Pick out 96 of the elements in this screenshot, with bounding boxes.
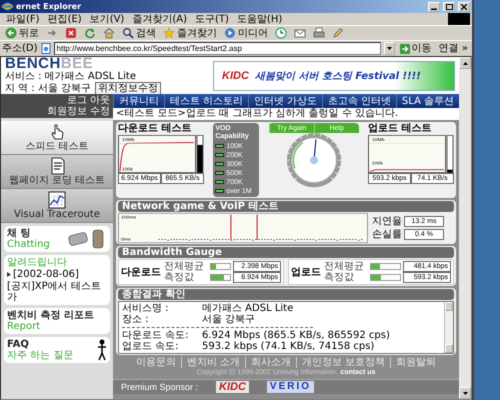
gauge-label: 전체평균 (324, 261, 365, 272)
report-title: 벤치비 측정 리포트 (7, 310, 94, 321)
account-link[interactable]: 회원정보 수정 (46, 106, 110, 117)
dropdown-button[interactable] (384, 42, 395, 55)
notice-text: <테스트 모드>업로드 때 그래프가 심하게 출렁일 수 있습니다. (115, 108, 400, 120)
notice-title: 알려드립니다 (7, 257, 68, 268)
notice-link[interactable]: [공지]XP에서 테스트가 (7, 281, 107, 303)
delay-label: 지연율 (372, 216, 402, 227)
line-chart-icon (48, 191, 66, 209)
result-label: 장소 : (122, 314, 150, 325)
caret-icon (386, 47, 392, 50)
go-button[interactable]: 이동 (398, 43, 434, 54)
faq-subtitle: 자주 하는 질문 (7, 350, 74, 361)
media-icon (224, 27, 236, 39)
page-icon (40, 43, 51, 54)
result-value: 593.2 kbps (74.1 KB/s, 74158 cps) (202, 341, 374, 352)
star-icon (163, 27, 175, 39)
nav-link[interactable]: 인터넷 가상도 (248, 94, 322, 108)
faq-card[interactable]: FAQ 자주 하는 질문 (4, 337, 110, 363)
refresh-icon (84, 27, 96, 39)
sidebar-item[interactable]: Visual Traceroute (1, 189, 113, 223)
menu-item[interactable]: 파일(F) (2, 14, 44, 24)
sponsor-label: Premium Sponsor : (121, 382, 198, 392)
gauge-label: 전체평균 (164, 261, 205, 272)
go-arrow-icon (400, 44, 410, 54)
banner-text: 새봄맞이 서버 호스팅 Festival !!!! (254, 70, 421, 82)
links-button[interactable]: 연결 » (436, 43, 470, 54)
sponsor-logo[interactable]: KIDC (216, 381, 249, 393)
maximize-icon (446, 4, 452, 10)
close-button[interactable] (458, 2, 470, 12)
result-label: 서비스명 : (122, 303, 170, 314)
bullet-icon (7, 272, 11, 277)
notice-date: [2002-08-06] (13, 269, 79, 280)
sidebar-item[interactable]: 웹페이지 로딩 테스트 (1, 155, 113, 189)
brand-logo: KIDC (222, 70, 249, 82)
maximize-button[interactable] (443, 2, 455, 12)
gauge-label: 측정값 (164, 272, 195, 283)
search-icon (122, 27, 134, 39)
media-button[interactable]: 미디어 (221, 26, 271, 40)
address-field[interactable]: http://www.benchbee.co.kr/Speedtest/TestStart2.asp (54, 42, 381, 55)
menu-item[interactable]: 도움말(H) (232, 14, 286, 24)
sponsor-logo[interactable]: VERIO (266, 381, 314, 393)
logo: BENCHBEE (5, 57, 94, 71)
scrollbar[interactable] (444, 302, 453, 353)
nav-link[interactable]: 테스트 히스토리 (164, 94, 248, 108)
chat-title: 채 팅 (7, 228, 32, 239)
account-link[interactable]: 로그 아웃 (66, 95, 110, 106)
test-title: 다운로드 테스트 (118, 123, 192, 135)
banner-ad[interactable]: KIDC 새봄맞이 서버 호스팅 Festival !!!! (213, 61, 455, 91)
group-title: 다운로드 (121, 266, 161, 278)
menu-item[interactable]: 보기(V) (86, 14, 128, 24)
section-title: 종합결과 확인 (118, 289, 454, 300)
edit-location-button[interactable]: 위치정보수정 (95, 82, 162, 95)
service-text: 서비스 : 메가패스 ADSL Lite (5, 71, 137, 82)
up-arrow-icon[interactable] (462, 62, 468, 64)
menu-item[interactable]: 편집(E) (44, 14, 86, 24)
stop-icon (65, 27, 77, 39)
faq-title: FAQ (7, 339, 30, 350)
down-arrow-icon[interactable] (462, 392, 468, 394)
back-button[interactable]: 뒤로 (2, 26, 42, 40)
menu-item[interactable]: 즐겨찾기(A) (128, 14, 191, 24)
result-value: 메가패스 ADSL Lite (202, 303, 294, 314)
result-label: 다운로드 속도: (122, 330, 190, 341)
gauge-label: 측정값 (324, 272, 355, 283)
meter-bar (446, 135, 454, 173)
window-title: ernet Explorer (16, 2, 82, 12)
report-card[interactable]: 벤치비 측정 리포트 Report (4, 308, 110, 334)
close-icon (461, 4, 467, 10)
house-icon (103, 27, 115, 39)
result-value: 6.924 Mbps (865.5 KB/s, 865592 cps) (202, 330, 390, 341)
region-text: 지 역 : 서울 강북구 (5, 83, 92, 94)
result-label: 업로드 속도: (122, 341, 180, 352)
section-title: Network game & VoIP 테스트 (118, 201, 454, 212)
browser-icon (2, 1, 13, 12)
sidebar-item[interactable]: 스피드 테스트 (1, 121, 113, 155)
result-value: 서울 강북구 (202, 314, 256, 325)
group-title: 업로드 (291, 266, 321, 278)
favorites-button[interactable]: 즐겨찾기 (160, 26, 220, 40)
minimize-button[interactable] (428, 2, 440, 12)
test-title: 업로드 테스트 (368, 123, 432, 135)
menu-item[interactable]: 도구(T) (191, 14, 233, 24)
result-textarea[interactable]: 서비스명 : 메가패스 ADSL Lite 장소 : 서울 강북구 다운로드 속도: 6.924 Mbps (865.5 KB/s, 865592 cps) 업로드 속도: 593.2 kbps (74.1 KB/s, 74158 cps) (118, 301, 454, 354)
loss-label: 손실률 (372, 229, 402, 240)
envelope-icon (294, 27, 306, 39)
chat-subtitle: Chatting (7, 239, 50, 250)
meter-bar (196, 135, 204, 173)
search-button[interactable]: 검색 (119, 26, 159, 40)
nav-link[interactable]: 초고속 인터넷 (322, 94, 396, 108)
scrollbar[interactable] (459, 57, 471, 399)
figure-drawing (97, 339, 107, 361)
address-label: 주소(D) (2, 43, 38, 54)
nav-link[interactable]: 커뮤니티 (113, 94, 164, 108)
chat-card[interactable]: 채 팅 Chatting (4, 226, 110, 252)
section-title: Bandwidth Gauge (118, 247, 454, 258)
report-subtitle: Report (7, 321, 42, 332)
pencil-icon (332, 27, 344, 39)
